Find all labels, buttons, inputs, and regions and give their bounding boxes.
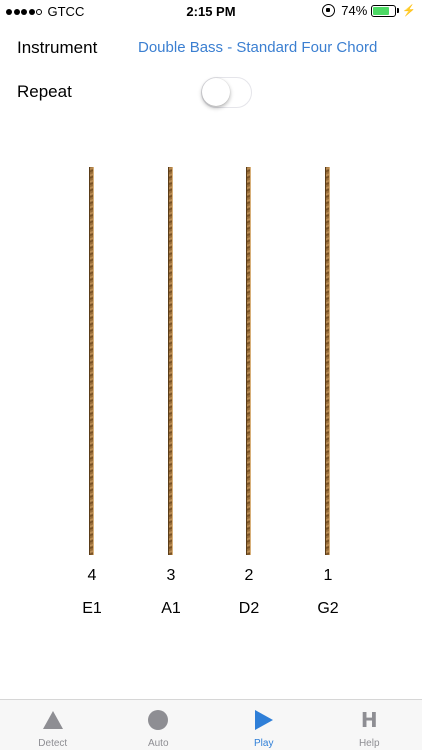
charging-bolt-icon: ⚡ bbox=[402, 5, 416, 17]
tab-detect[interactable]: Detect bbox=[0, 700, 106, 750]
string-number: 1 bbox=[323, 567, 333, 584]
string-1[interactable] bbox=[325, 167, 330, 555]
toggle-knob bbox=[202, 78, 230, 106]
string-number: 2 bbox=[244, 567, 254, 584]
tab-auto[interactable]: Auto bbox=[106, 700, 212, 750]
tab-label: Detect bbox=[38, 738, 68, 749]
repeat-label: Repeat bbox=[17, 82, 72, 101]
help-icon: H bbox=[360, 708, 378, 732]
tab-label: Help bbox=[358, 738, 380, 749]
string-2[interactable] bbox=[246, 167, 251, 555]
battery-fill bbox=[373, 6, 389, 15]
status-bar: GTCC 2:15 PM 74% ⚡ bbox=[0, 0, 422, 24]
orientation-lock-icon bbox=[322, 4, 336, 17]
string-note: E1 bbox=[82, 600, 102, 617]
triangle-icon bbox=[42, 709, 63, 731]
string-note: G2 bbox=[317, 600, 339, 617]
string-note: D2 bbox=[238, 600, 260, 617]
instrument-label: Instrument bbox=[17, 38, 98, 57]
string-4[interactable] bbox=[89, 167, 94, 555]
string-number: 3 bbox=[166, 567, 176, 584]
tab-play[interactable]: Play bbox=[211, 700, 317, 750]
circle-icon bbox=[148, 709, 169, 731]
battery-cap bbox=[397, 8, 400, 13]
battery-icon bbox=[371, 4, 397, 17]
tab-label: Auto bbox=[147, 738, 169, 749]
repeat-toggle[interactable] bbox=[201, 77, 252, 108]
tab-label: Play bbox=[254, 738, 274, 749]
string-3[interactable] bbox=[168, 167, 173, 555]
battery-percent: 74% bbox=[341, 3, 368, 18]
string-number: 4 bbox=[87, 567, 97, 584]
tab-help[interactable]: H Help bbox=[317, 700, 422, 750]
instrument-selector[interactable]: Double Bass - Standard Four Chord bbox=[138, 39, 377, 56]
play-icon bbox=[254, 709, 273, 731]
status-right: 74% ⚡ bbox=[322, 3, 416, 18]
string-note: A1 bbox=[161, 600, 181, 617]
tab-bar: Detect Auto Play H Help bbox=[0, 699, 422, 750]
